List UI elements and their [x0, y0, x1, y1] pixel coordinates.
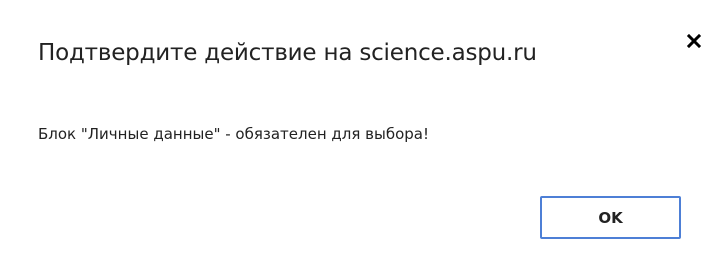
close-button[interactable]: [683, 30, 704, 51]
confirm-dialog: Подтвердите действие на science.aspu.ru …: [0, 0, 704, 264]
dialog-bottom-band: [0, 250, 704, 264]
dialog-message: Блок "Личные данные" - обязателен для вы…: [38, 125, 429, 143]
close-icon: [686, 33, 701, 48]
ok-button[interactable]: OK: [540, 196, 681, 239]
dialog-title: Подтвердите действие на science.aspu.ru: [38, 40, 537, 66]
